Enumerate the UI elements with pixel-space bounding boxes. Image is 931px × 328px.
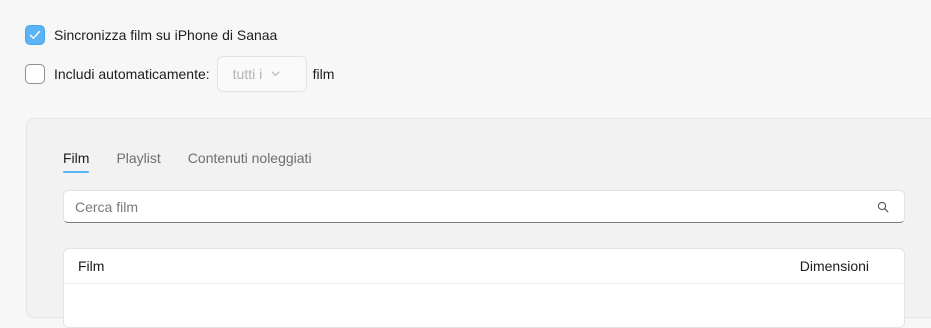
- sync-movies-row: Sincronizza film su iPhone di Sanaa: [25, 24, 277, 46]
- auto-include-row: Includi automaticamente: tutti i film: [25, 56, 334, 92]
- column-header-film[interactable]: Film: [78, 258, 104, 274]
- search-input[interactable]: [64, 191, 876, 222]
- auto-include-select[interactable]: tutti i: [216, 56, 307, 92]
- search-icon[interactable]: [876, 200, 890, 214]
- table-header: Film Dimensioni: [64, 249, 904, 284]
- movies-tabs: Film Playlist Contenuti noleggiati: [63, 150, 339, 173]
- auto-include-select-value: tutti i: [232, 66, 263, 82]
- sync-movies-checkbox[interactable]: [25, 25, 45, 45]
- auto-include-suffix: film: [312, 66, 335, 82]
- auto-include-label: Includi automaticamente:: [54, 66, 210, 82]
- movies-panel: Film Playlist Contenuti noleggiati Film …: [26, 118, 931, 328]
- tab-playlist[interactable]: Playlist: [116, 150, 160, 173]
- auto-include-checkbox[interactable]: [25, 64, 45, 84]
- chevron-down-icon: [271, 71, 280, 77]
- search-field: [63, 190, 905, 223]
- checkmark-icon: [29, 30, 41, 39]
- tab-film[interactable]: Film: [63, 150, 90, 173]
- tab-rented-content[interactable]: Contenuti noleggiati: [188, 150, 312, 173]
- sync-movies-label: Sincronizza film su iPhone di Sanaa: [54, 27, 278, 43]
- movies-table: Film Dimensioni: [63, 248, 905, 328]
- column-header-size[interactable]: Dimensioni: [800, 258, 869, 274]
